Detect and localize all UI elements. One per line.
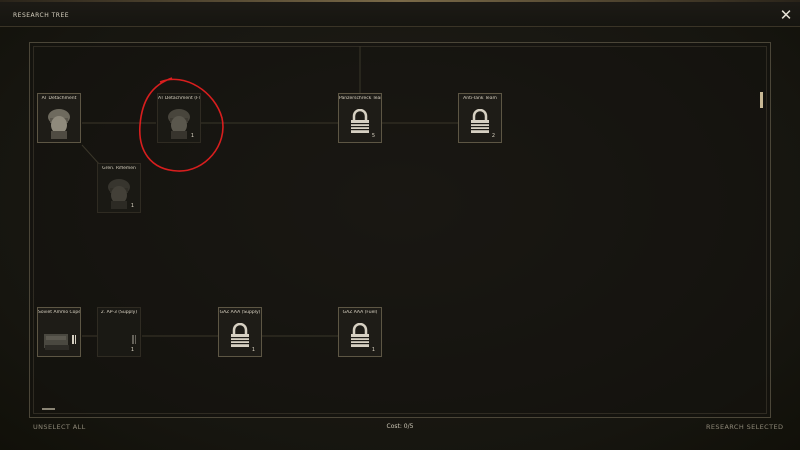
node-label: Gren. Riflemen bbox=[102, 166, 136, 171]
node-label: Soviet Ammo Cope bbox=[38, 310, 80, 315]
scrollbar-thumb[interactable] bbox=[760, 92, 763, 108]
node-cost: 2 bbox=[491, 133, 495, 139]
research-node-at-detachment-ftk[interactable]: AT Detachment (FTK 1 bbox=[157, 93, 201, 143]
research-selected-button[interactable]: RESEARCH SELECTED bbox=[706, 423, 783, 431]
node-label: Anti-Tank Team bbox=[463, 96, 497, 101]
soldier-portrait-icon bbox=[108, 179, 130, 209]
soldier-portrait-icon bbox=[48, 109, 70, 139]
research-node-at-detachment[interactable]: AT Detachment bbox=[37, 93, 81, 143]
lock-icon bbox=[351, 109, 369, 133]
connector-line bbox=[81, 144, 101, 166]
research-node-anti-tank-team[interactable]: Anti-Tank Team 2 bbox=[458, 93, 502, 143]
lock-icon bbox=[351, 323, 369, 347]
node-cost: 1 bbox=[190, 133, 194, 139]
unselect-all-button[interactable]: UNSELECT ALL bbox=[33, 423, 86, 431]
research-node-ap-3-supply[interactable]: 2. AP-3 (Supply) 1 bbox=[97, 307, 141, 357]
node-label: AT Detachment bbox=[41, 96, 77, 101]
node-cost: 1 bbox=[251, 347, 255, 353]
node-cost: 1 bbox=[130, 347, 134, 353]
tree-connections bbox=[81, 46, 458, 337]
node-cost: 1 bbox=[371, 347, 375, 353]
node-label: Panzerschreck Team bbox=[339, 96, 381, 101]
research-node-gaz-aaa-supply[interactable]: GAZ AAA (Supply) 1 bbox=[218, 307, 262, 357]
research-cost-label: Cost: 0/5 bbox=[386, 423, 414, 430]
node-cost: 1 bbox=[130, 203, 134, 209]
research-node-gaz-aaa-fuel[interactable]: GAZ AAA (Fuel) 1 bbox=[338, 307, 382, 357]
lock-icon bbox=[471, 109, 489, 133]
research-node-soviet-ammo-cope[interactable]: Soviet Ammo Cope bbox=[37, 307, 81, 357]
vehicle-icon bbox=[44, 334, 69, 350]
node-label: GAZ AAA (Fuel) bbox=[342, 310, 378, 315]
soldier-portrait-icon bbox=[168, 109, 190, 139]
research-node-gren-riflemen[interactable]: Gren. Riflemen 1 bbox=[97, 163, 141, 213]
horizontal-scroll-indicator[interactable] bbox=[42, 408, 55, 410]
node-label: 2. AP-3 (Supply) bbox=[100, 310, 138, 315]
node-label: AT Detachment (FTK bbox=[158, 96, 200, 101]
research-node-panzerschreck-team[interactable]: Panzerschreck Team 5 bbox=[338, 93, 382, 143]
node-label: GAZ AAA (Supply) bbox=[219, 310, 261, 315]
lock-icon bbox=[231, 323, 249, 347]
rank-bars-icon bbox=[132, 329, 137, 344]
rank-bars-icon bbox=[72, 329, 77, 344]
node-cost: 5 bbox=[371, 133, 375, 139]
